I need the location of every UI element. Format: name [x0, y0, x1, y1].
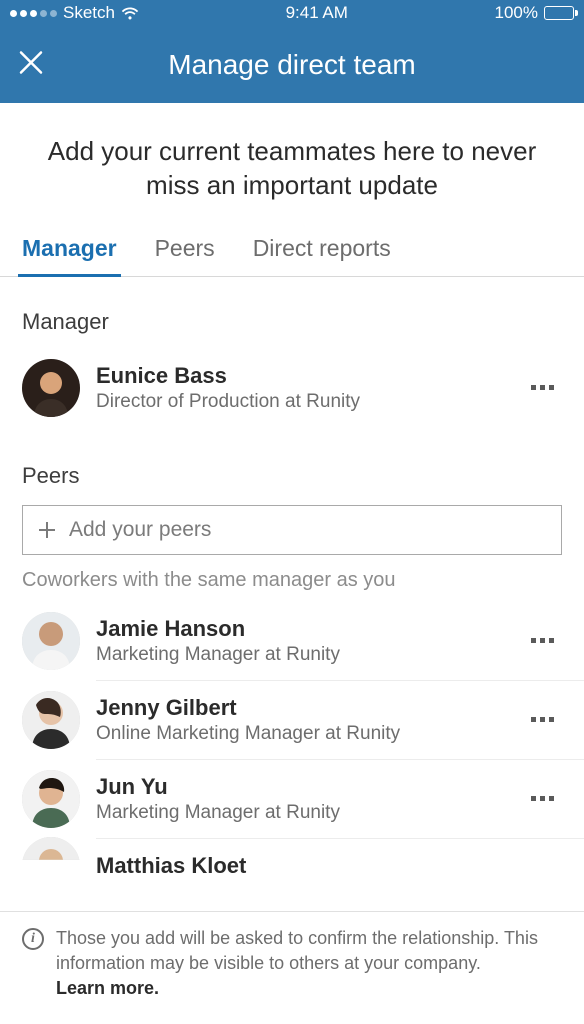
- person-name: Jenny Gilbert: [96, 695, 507, 721]
- status-bar: Sketch 9:41 AM 100%: [0, 0, 584, 26]
- battery-icon: [544, 6, 574, 20]
- intro-text: Add your current teammates here to never…: [0, 103, 584, 225]
- person-title: Director of Production at Runity: [96, 391, 507, 413]
- page-title: Manage direct team: [0, 49, 584, 81]
- avatar: [22, 837, 80, 895]
- avatar: [22, 612, 80, 670]
- person-title: Marketing Manager at Runity: [96, 644, 507, 666]
- more-button[interactable]: [523, 788, 562, 809]
- list-item[interactable]: Jun Yu Marketing Manager at Runity: [96, 760, 584, 839]
- list-item[interactable]: Jenny Gilbert Online Marketing Manager a…: [96, 681, 584, 760]
- peer-list: Jamie Hanson Marketing Manager at Runity…: [0, 602, 584, 893]
- person-name: Jun Yu: [96, 774, 507, 800]
- person-name: Matthias Kloet: [96, 853, 562, 879]
- avatar: [22, 770, 80, 828]
- status-right: 100%: [495, 3, 574, 23]
- list-item[interactable]: Matthias Kloet: [96, 839, 584, 893]
- tab-manager[interactable]: Manager: [20, 225, 119, 276]
- info-icon: i: [22, 928, 44, 950]
- status-left: Sketch: [10, 3, 139, 23]
- avatar: [22, 691, 80, 749]
- close-icon: [18, 49, 44, 75]
- section-label-peers: Peers: [0, 431, 584, 499]
- add-placeholder: Add your peers: [69, 518, 211, 542]
- list-item[interactable]: Jamie Hanson Marketing Manager at Runity: [96, 602, 584, 681]
- footer-line1: Those you add will be asked to confirm t…: [56, 928, 499, 948]
- avatar: [22, 359, 80, 417]
- person-title: Online Marketing Manager at Runity: [96, 723, 507, 745]
- tab-direct-reports[interactable]: Direct reports: [251, 225, 393, 276]
- nav-bar: Manage direct team: [0, 26, 584, 103]
- person-name: Eunice Bass: [96, 363, 507, 389]
- more-button[interactable]: [523, 377, 562, 398]
- learn-more-link[interactable]: Learn more.: [56, 978, 159, 998]
- content-area: Add your current teammates here to never…: [0, 103, 584, 911]
- wifi-icon: [121, 7, 139, 20]
- person-title: Marketing Manager at Runity: [96, 802, 507, 824]
- section-label-manager: Manager: [0, 277, 584, 345]
- person-name: Jamie Hanson: [96, 616, 507, 642]
- person-text: Jenny Gilbert Online Marketing Manager a…: [96, 695, 507, 745]
- signal-dots-icon: [10, 10, 57, 17]
- close-button[interactable]: [18, 49, 44, 80]
- person-text: Jamie Hanson Marketing Manager at Runity: [96, 616, 507, 666]
- tabs: Manager Peers Direct reports: [0, 225, 584, 277]
- tab-peers[interactable]: Peers: [153, 225, 217, 276]
- status-time: 9:41 AM: [286, 3, 348, 23]
- plus-icon: [37, 520, 57, 540]
- carrier-label: Sketch: [63, 3, 115, 23]
- battery-pct: 100%: [495, 3, 538, 23]
- footer-text: Those you add will be asked to confirm t…: [56, 926, 562, 1010]
- add-peers-input[interactable]: Add your peers: [22, 505, 562, 555]
- person-text: Jun Yu Marketing Manager at Runity: [96, 774, 507, 824]
- person-text: Eunice Bass Director of Production at Ru…: [96, 363, 507, 413]
- dots-icon: [531, 385, 536, 390]
- more-button[interactable]: [523, 709, 562, 730]
- peers-subtext: Coworkers with the same manager as you: [0, 565, 584, 596]
- app-header: Sketch 9:41 AM 100% Manage direct team: [0, 0, 584, 103]
- person-text: Matthias Kloet: [96, 853, 562, 879]
- more-button[interactable]: [523, 630, 562, 651]
- manager-row[interactable]: Eunice Bass Director of Production at Ru…: [0, 345, 584, 431]
- footer-notice: i Those you add will be asked to confirm…: [0, 911, 584, 1024]
